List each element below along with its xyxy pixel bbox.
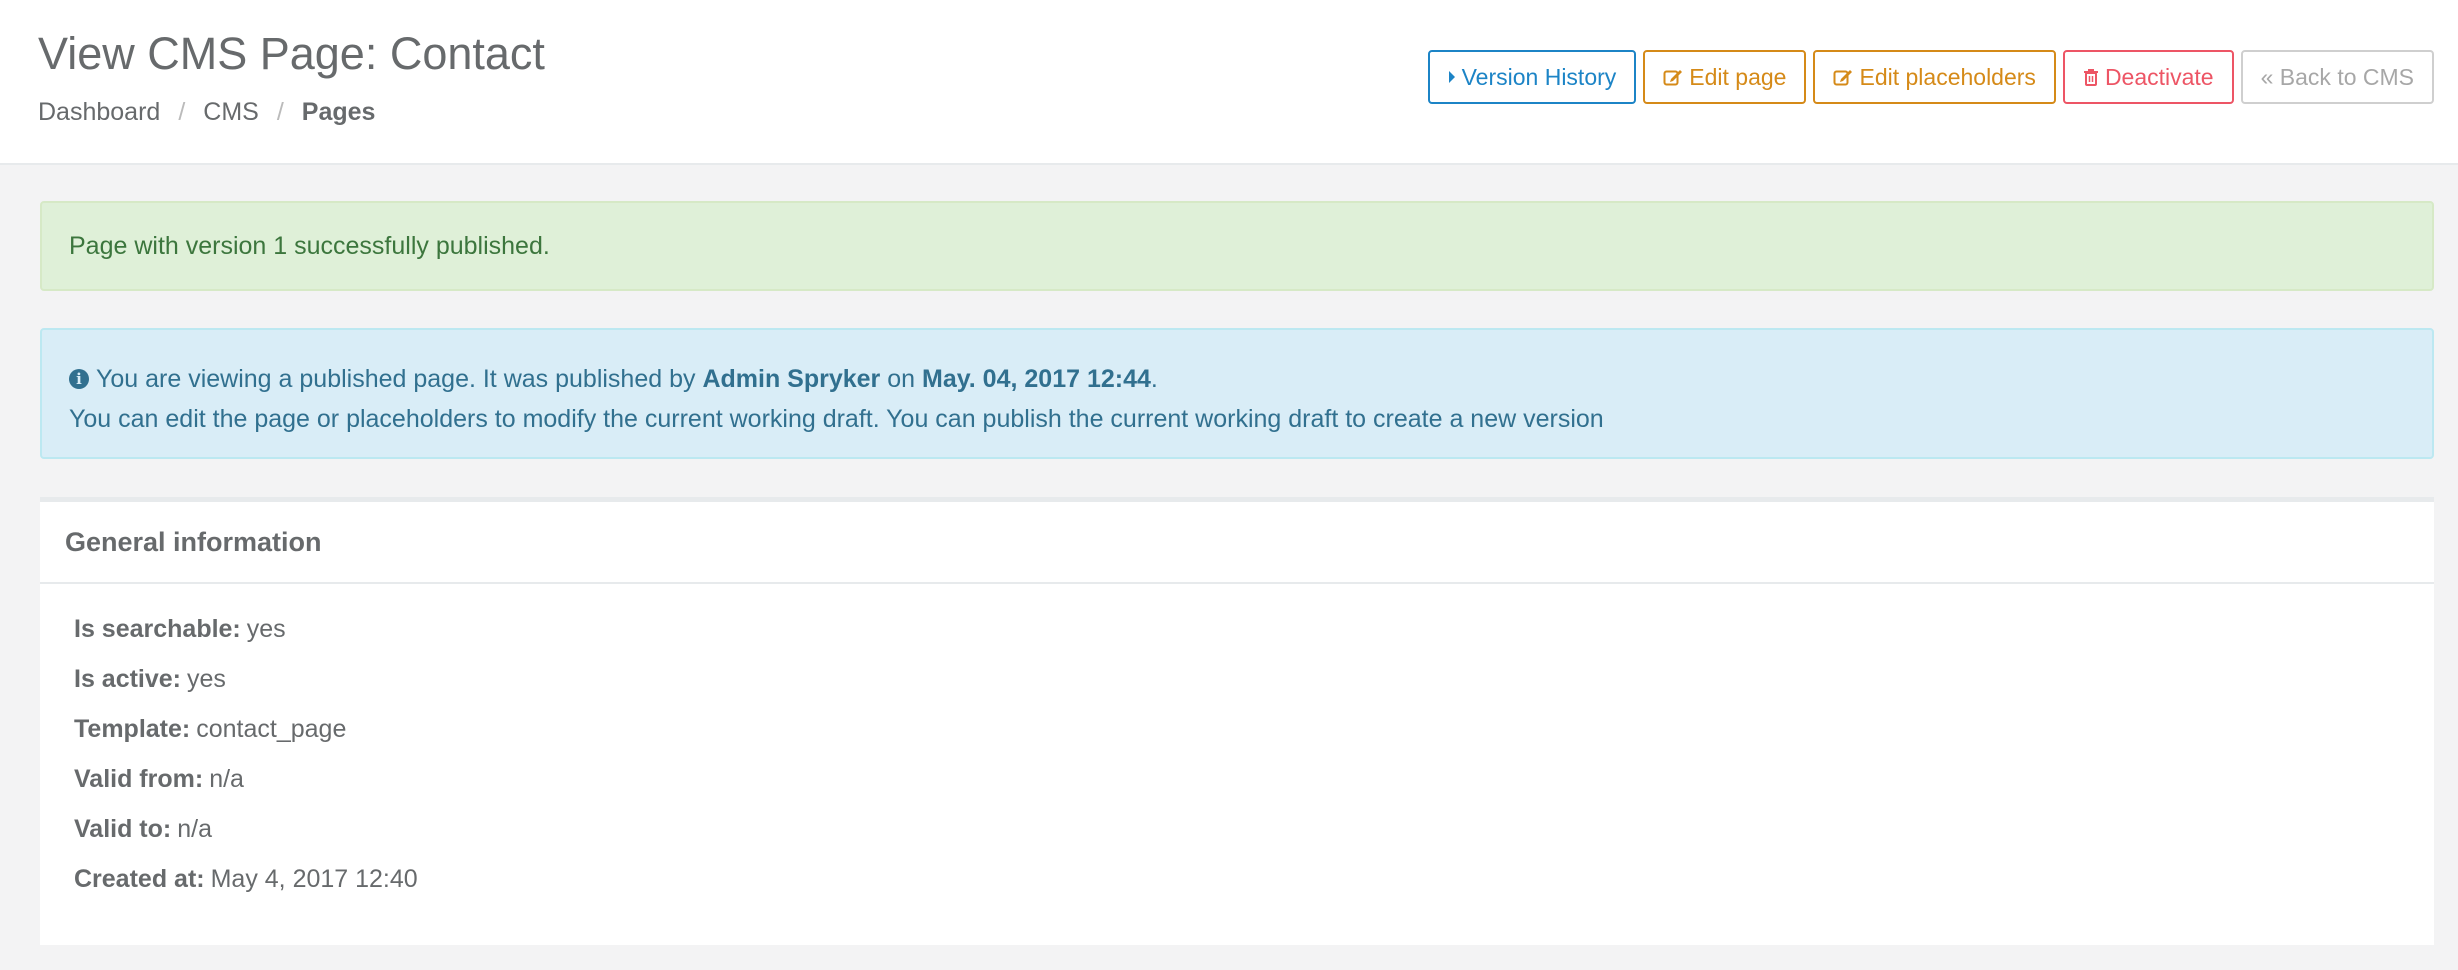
edit-icon (1833, 70, 1853, 86)
info-value: contact_page (196, 714, 347, 743)
version-history-label: Version History (1461, 63, 1617, 90)
edit-page-label: Edit page (1689, 63, 1787, 90)
info-value: n/a (177, 814, 212, 843)
page-actions: Version History Edit page Edit placehold… (1427, 50, 2434, 104)
info-alert-line-2: You can edit the page or placeholders to… (69, 405, 1604, 433)
general-information-panel: General information Is searchable: yes I… (40, 497, 2434, 945)
success-alert: Page with version 1 successfully publish… (40, 201, 2434, 291)
info-alert-author: Admin Spryker (702, 365, 881, 393)
edit-page-button[interactable]: Edit page (1643, 50, 1807, 104)
info-key: Created at: (74, 864, 205, 893)
info-alert-prefix: You are viewing a published page. It was… (96, 365, 696, 393)
info-list: Is searchable: yes Is active: yes Templa… (40, 584, 2434, 904)
success-alert-text: Page with version 1 successfully publish… (69, 231, 550, 260)
breadcrumb: Dashboard / CMS / Pages (38, 98, 375, 127)
back-to-cms-button[interactable]: « Back to CMS (2240, 50, 2434, 104)
breadcrumb-dashboard[interactable]: Dashboard (38, 98, 160, 127)
deactivate-button[interactable]: Deactivate (2062, 50, 2234, 104)
breadcrumb-separator: / (276, 98, 284, 126)
edit-placeholders-button[interactable]: Edit placeholders (1813, 50, 2056, 104)
info-alert-on: on (887, 365, 916, 393)
info-value: yes (187, 664, 226, 693)
info-key: Is active: (74, 664, 182, 693)
info-alert-suffix: . (1150, 365, 1158, 393)
info-row-created-at: Created at: May 4, 2017 12:40 (74, 854, 2434, 904)
info-value: May 4, 2017 12:40 (210, 864, 418, 893)
breadcrumb-separator: / (178, 98, 186, 126)
info-row-is-active: Is active: yes (74, 654, 2434, 704)
caret-right-icon (1448, 71, 1455, 83)
info-alert: i You are viewing a published page. It w… (40, 328, 2434, 459)
breadcrumb-cms[interactable]: CMS (203, 98, 259, 127)
info-row-template: Template: contact_page (74, 704, 2434, 754)
info-row-is-searchable: Is searchable: yes (74, 604, 2434, 654)
info-key: Valid to: (74, 814, 172, 843)
trash-icon (2083, 69, 2098, 86)
info-key: Template: (74, 714, 191, 743)
page-header: View CMS Page: Contact Dashboard / CMS /… (0, 0, 2458, 165)
edit-icon (1663, 70, 1683, 86)
info-value: n/a (209, 764, 244, 793)
info-key: Valid from: (74, 764, 204, 793)
page-title: View CMS Page: Contact (38, 28, 545, 79)
info-row-valid-from: Valid from: n/a (74, 754, 2434, 804)
info-circle-icon: i (69, 369, 89, 389)
info-key: Is searchable: (74, 614, 241, 643)
edit-placeholders-label: Edit placeholders (1859, 63, 2036, 90)
deactivate-label: Deactivate (2104, 63, 2214, 90)
info-alert-line-1: i You are viewing a published page. It w… (69, 359, 2405, 399)
info-value: yes (246, 614, 286, 643)
info-row-valid-to: Valid to: n/a (74, 804, 2434, 854)
version-history-button[interactable]: Version History (1427, 50, 1637, 104)
panel-title: General information (40, 502, 2434, 584)
back-to-cms-label: « Back to CMS (2260, 63, 2414, 90)
info-alert-date: May. 04, 2017 12:44 (922, 365, 1151, 393)
breadcrumb-pages: Pages (301, 98, 376, 126)
